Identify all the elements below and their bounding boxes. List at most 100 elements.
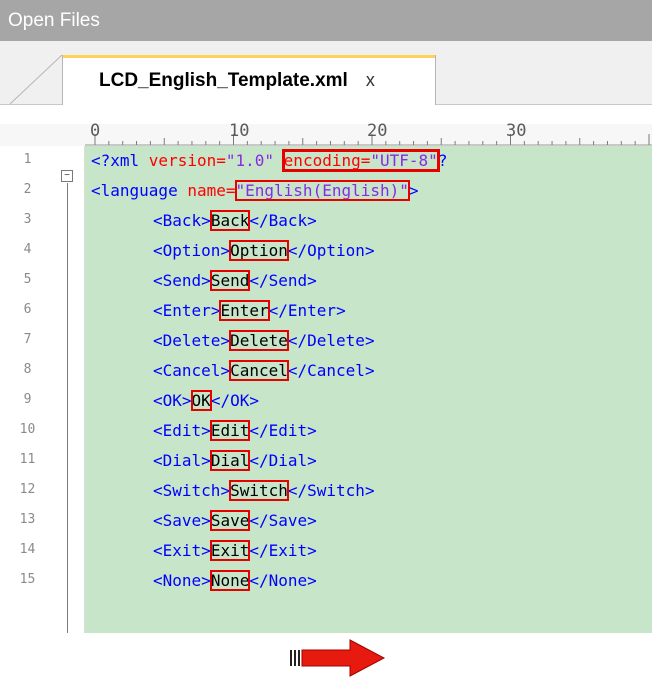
line-number: 9 (23, 392, 32, 407)
tag-bracket: < (153, 331, 163, 350)
tag-close: > (408, 181, 419, 200)
tab-strip: LCD_English_Template.xml x (0, 41, 652, 105)
tag-bracket: > (201, 541, 211, 560)
xml-decl-close: ? (437, 151, 448, 170)
tag-name: Option (162, 241, 221, 260)
element-value-highlight: Exit (209, 540, 251, 561)
tag-bracket: < (153, 241, 163, 260)
tag-bracket: </ (287, 481, 308, 500)
tag-bracket: > (307, 511, 317, 530)
element-value-highlight: Enter (219, 300, 270, 321)
code-line[interactable]: <Back>Back</Back> (153, 210, 317, 232)
tag-bracket: > (201, 511, 211, 530)
tag-bracket: < (153, 271, 163, 290)
ruler-mark: 0 (90, 121, 101, 141)
tag-bracket: </ (249, 451, 269, 470)
tag-bracket: > (201, 571, 211, 590)
tag-bracket: < (153, 421, 163, 440)
line-number: 10 (19, 422, 36, 437)
line-number: 6 (23, 302, 32, 317)
code-line[interactable]: <OK>OK</OK> (153, 390, 259, 412)
code-line[interactable]: <Delete>Delete</Delete> (153, 330, 375, 352)
tag-bracket: </ (287, 241, 308, 260)
ruler-mark: 10 (229, 121, 250, 141)
tag-name: Save (162, 511, 202, 530)
tag-bracket: > (220, 481, 231, 500)
code-editor[interactable]: <?xml version="1.0" encoding="UTF-8"? <la… (85, 146, 652, 633)
tag-bracket: </ (249, 211, 269, 230)
tag-bracket: > (307, 421, 317, 440)
close-icon[interactable]: x (366, 70, 375, 91)
ruler-mark: 30 (506, 121, 527, 141)
tag-bracket: > (307, 451, 317, 470)
tag-bracket: </ (210, 391, 231, 410)
tag-bracket: > (201, 271, 211, 290)
code-line[interactable]: <language name="English(English)"> (91, 180, 419, 202)
line-number: 3 (23, 212, 32, 227)
tag-name: Send (162, 271, 202, 290)
line-number: 11 (19, 452, 36, 467)
element-value-highlight: Switch (229, 480, 289, 501)
element-value-highlight: Option (229, 240, 289, 261)
element-value-highlight: Edit (209, 420, 251, 441)
tab-slant-decoration (9, 54, 62, 105)
panel-title: Open Files (0, 0, 652, 41)
tag-name: Enter (287, 301, 337, 320)
tag-name: Back (162, 211, 202, 230)
code-line[interactable]: <Enter>Enter</Enter> (153, 300, 346, 322)
tag-bracket: < (153, 541, 163, 560)
tag-bracket: > (201, 421, 211, 440)
code-line[interactable]: <Send>Send</Send> (153, 270, 317, 292)
code-line[interactable]: <Switch>Switch</Switch> (153, 480, 375, 502)
tag-name: Dial (268, 451, 308, 470)
attr-name: name= (187, 181, 236, 200)
element-value-highlight: None (209, 570, 251, 591)
element-value-highlight: OK (190, 390, 212, 411)
tag-bracket: </ (249, 271, 269, 290)
tag-bracket: </ (249, 571, 269, 590)
code-line[interactable]: <Exit>Exit</Exit> (153, 540, 317, 562)
tag-name: Cancel (162, 361, 221, 380)
code-line[interactable]: <Cancel>Cancel</Cancel> (153, 360, 375, 382)
code-line[interactable]: <Edit>Edit</Edit> (153, 420, 317, 442)
tag-bracket: > (201, 451, 211, 470)
tag-bracket: < (153, 511, 163, 530)
element-value-highlight: Save (209, 510, 251, 531)
tag-bracket: > (181, 391, 192, 410)
tag-bracket: > (210, 301, 221, 320)
line-number: 12 (19, 482, 36, 497)
tag-bracket: < (153, 451, 163, 470)
file-tab[interactable]: LCD_English_Template.xml x (62, 55, 436, 105)
line-number: 8 (23, 362, 32, 377)
tag-name: Exit (268, 541, 308, 560)
tag-bracket: </ (249, 421, 269, 440)
code-line[interactable]: <Save>Save</Save> (153, 510, 317, 532)
tag-name: OK (162, 391, 182, 410)
code-line[interactable]: <Dial>Dial</Dial> (153, 450, 317, 472)
tag-bracket: < (153, 571, 163, 590)
tag-name: Delete (162, 331, 221, 350)
xml-decl-open: <?xml (91, 151, 149, 170)
attr-name: version= (148, 151, 226, 170)
code-line[interactable]: <?xml version="1.0" encoding="UTF-8"? (91, 149, 448, 172)
right-arrow-icon (288, 638, 388, 678)
tag-bracket: > (307, 541, 317, 560)
ruler: 0 10 20 30 (0, 121, 652, 146)
tag-name: Back (268, 211, 308, 230)
tag-name: Enter (162, 301, 211, 320)
code-line[interactable]: <None>None</None> (153, 570, 317, 592)
line-number: 4 (23, 242, 32, 257)
element-value-highlight: Delete (229, 330, 289, 351)
tag-name: Switch (307, 481, 365, 500)
tag-bracket: > (364, 331, 375, 350)
code-line[interactable]: <Option>Option</Option> (153, 240, 375, 262)
tag-bracket: > (307, 271, 317, 290)
file-tab-label: LCD_English_Template.xml (99, 69, 348, 91)
tag-bracket: > (364, 481, 375, 500)
tag-bracket: < (153, 361, 163, 380)
tag-name: Switch (162, 481, 221, 500)
tab-active-accent (63, 55, 435, 58)
attr-name: encoding= (283, 151, 371, 170)
minus-box-icon[interactable]: − (61, 170, 73, 182)
panel-title-text: Open Files (8, 9, 100, 31)
